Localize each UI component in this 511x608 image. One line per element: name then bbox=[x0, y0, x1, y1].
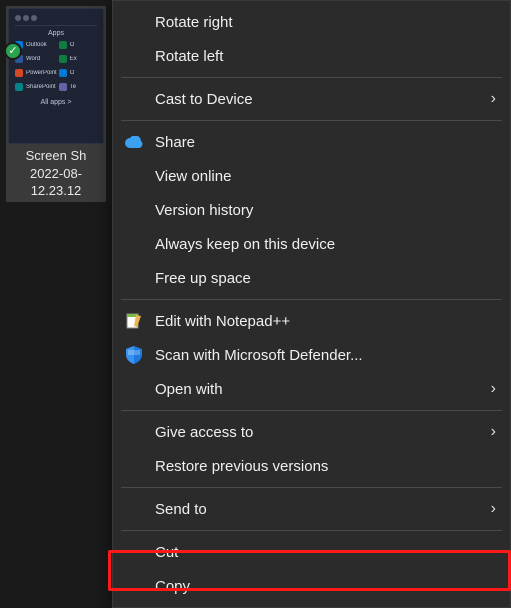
cloud-icon bbox=[123, 136, 145, 148]
menu-separator bbox=[121, 120, 502, 121]
menu-send-to[interactable]: Send to› bbox=[113, 492, 510, 526]
menu-share[interactable]: Share bbox=[113, 125, 510, 159]
thumb-apps-label: Apps bbox=[15, 30, 97, 37]
menu-free-up-space[interactable]: Free up space bbox=[113, 261, 510, 295]
menu-edit-notepad[interactable]: Edit with Notepad++ bbox=[113, 304, 510, 338]
menu-separator bbox=[121, 530, 502, 531]
menu-separator bbox=[121, 299, 502, 300]
menu-restore-versions[interactable]: Restore previous versions bbox=[113, 449, 510, 483]
menu-rotate-left[interactable]: Rotate left bbox=[113, 39, 510, 73]
menu-cut[interactable]: Cut bbox=[113, 535, 510, 569]
menu-separator bbox=[121, 487, 502, 488]
menu-give-access[interactable]: Give access to› bbox=[113, 415, 510, 449]
menu-open-with[interactable]: Open with› bbox=[113, 372, 510, 406]
menu-separator bbox=[121, 77, 502, 78]
file-thumbnail-item[interactable]: Apps Outlook O Word Ex PowerPoint O Shar… bbox=[6, 6, 106, 202]
chevron-right-icon: › bbox=[491, 423, 496, 441]
menu-rotate-right[interactable]: Rotate right bbox=[113, 5, 510, 39]
menu-cast-to-device[interactable]: Cast to Device› bbox=[113, 82, 510, 116]
chevron-right-icon: › bbox=[491, 380, 496, 398]
file-name-label: Screen Sh2022-08-12.23.12 bbox=[8, 147, 104, 200]
menu-separator bbox=[121, 410, 502, 411]
thumbnail-preview: Apps Outlook O Word Ex PowerPoint O Shar… bbox=[8, 8, 104, 144]
chevron-right-icon: › bbox=[491, 90, 496, 108]
menu-always-keep[interactable]: Always keep on this device bbox=[113, 227, 510, 261]
menu-version-history[interactable]: Version history bbox=[113, 193, 510, 227]
notepad-icon bbox=[123, 313, 145, 329]
thumb-all-apps-label: All apps > bbox=[15, 99, 97, 106]
sync-check-icon: ✓ bbox=[4, 42, 22, 60]
menu-defender-scan[interactable]: Scan with Microsoft Defender... bbox=[113, 338, 510, 372]
context-menu: Rotate right Rotate left Cast to Device›… bbox=[112, 0, 511, 608]
menu-view-online[interactable]: View online bbox=[113, 159, 510, 193]
chevron-right-icon: › bbox=[491, 500, 496, 518]
menu-copy[interactable]: Copy bbox=[113, 569, 510, 603]
shield-icon bbox=[123, 346, 145, 364]
